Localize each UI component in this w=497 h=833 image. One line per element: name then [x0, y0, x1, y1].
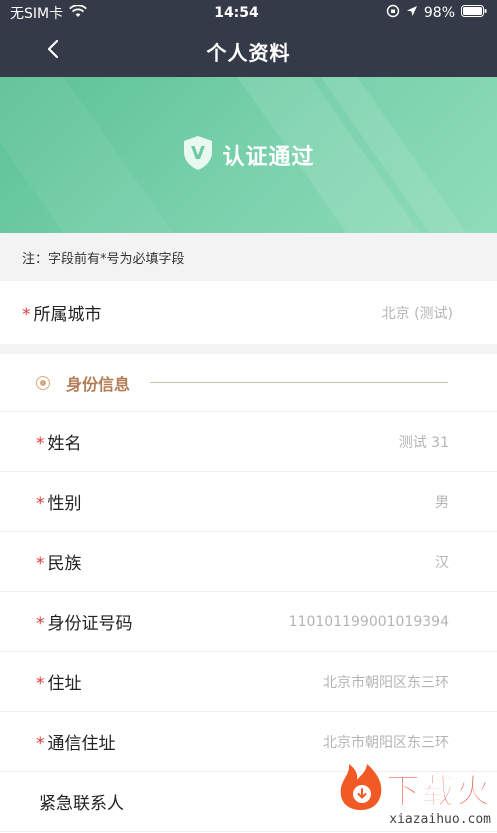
field-value: 北京市朝阳区东三环	[323, 674, 449, 691]
field-label-text: 通信住址	[47, 734, 116, 754]
radio-dot-icon	[36, 375, 50, 390]
section-header-identity: 身份信息	[0, 354, 497, 412]
section-divider	[0, 344, 497, 354]
required-mark: *	[36, 734, 45, 754]
required-mark: *	[36, 554, 45, 574]
field-label: * 民族	[36, 549, 82, 574]
field-row-name[interactable]: * 姓名 测试 31	[0, 412, 497, 472]
field-label: * 身份证号码	[36, 609, 133, 634]
location-icon	[406, 5, 418, 21]
field-label: * 性别	[36, 489, 82, 514]
required-mark: *	[36, 674, 45, 694]
required-mark: *	[36, 614, 45, 634]
verified-shield-icon: V	[182, 135, 214, 175]
required-mark: *	[36, 494, 45, 514]
field-label-text: 住址	[47, 674, 82, 694]
field-label-text: 姓名	[47, 434, 82, 454]
verification-status: 认证通过	[222, 145, 315, 170]
back-button[interactable]	[38, 36, 68, 66]
field-label: * 住址	[36, 669, 82, 694]
verification-banner: V 认证通过	[0, 77, 497, 233]
watermark: 下载火 xiazaihuo.com	[336, 760, 491, 827]
page-title: 个人资料	[206, 41, 291, 65]
status-time: 14:54	[214, 5, 259, 21]
chevron-left-icon	[47, 39, 59, 63]
field-row-id-number[interactable]: * 身份证号码 110101199001019394	[0, 592, 497, 652]
watermark-text: 下载火	[386, 771, 491, 812]
field-value: 110101199001019394	[288, 613, 449, 630]
field-label-text: 民族	[47, 554, 82, 574]
field-label-text: 身份证号码	[47, 614, 133, 634]
required-mark: *	[36, 434, 45, 454]
field-row-address[interactable]: * 住址 北京市朝阳区东三环	[0, 652, 497, 712]
flame-logo-icon	[336, 760, 386, 816]
field-value: 汉	[435, 554, 449, 571]
field-row-gender[interactable]: * 性别 男	[0, 472, 497, 532]
status-bar: 无SIM卡 14:54 98%	[0, 0, 497, 26]
wifi-icon	[69, 3, 87, 22]
battery-percent: 98%	[423, 5, 455, 21]
field-label-text: 紧急联系人	[39, 794, 124, 814]
field-label: * 姓名	[36, 429, 82, 454]
field-value: 测试 31	[398, 434, 449, 451]
field-label: * 通信住址	[36, 729, 116, 754]
nav-bar: 个人资料	[0, 26, 497, 77]
battery-icon	[461, 5, 487, 21]
required-mark: *	[22, 305, 31, 325]
watermark-url: xiazaihuo.com	[389, 812, 491, 827]
section-rule	[150, 382, 449, 383]
city-value: 北京 (测试)	[381, 305, 453, 322]
city-label-text: 所属城市	[33, 305, 102, 325]
field-value: 男	[435, 494, 449, 511]
city-label: * 所属城市	[22, 300, 102, 325]
badge-letter: V	[192, 143, 206, 164]
city-row[interactable]: * 所属城市 北京 (测试)	[0, 281, 497, 344]
field-label-text: 性别	[47, 494, 82, 514]
field-row-ethnicity[interactable]: * 民族 汉	[0, 532, 497, 592]
field-label: 紧急联系人	[36, 789, 124, 814]
required-fields-note: 注：字段前有*号为必填字段	[0, 233, 497, 281]
carrier-label: 无SIM卡	[10, 6, 64, 22]
field-value: 北京市朝阳区东三环	[323, 734, 449, 751]
section-title: 身份信息	[66, 374, 131, 394]
orientation-lock-icon	[386, 4, 400, 22]
